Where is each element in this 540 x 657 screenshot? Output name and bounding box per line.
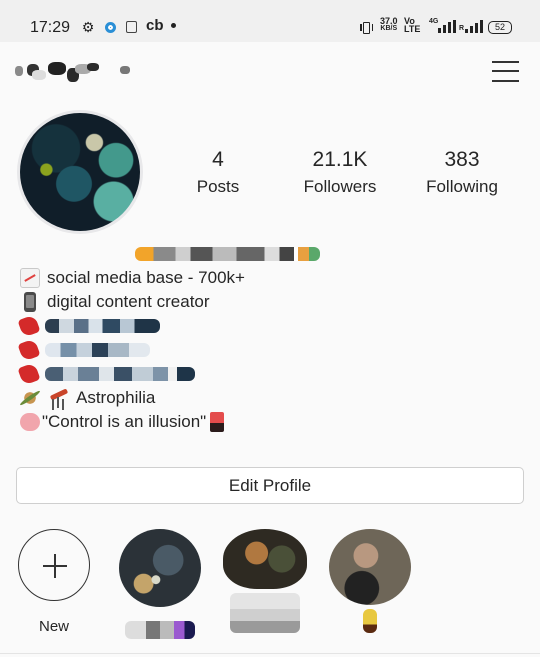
network-speed-unit: KB/S: [380, 25, 398, 32]
highlight-item[interactable]: [220, 527, 310, 633]
bio-line: digital content creator: [20, 290, 520, 314]
following-label: Following: [426, 177, 498, 196]
highlight-label-blurred: [125, 621, 195, 639]
following-count: 383: [444, 148, 480, 171]
stat-following[interactable]: 383 Following: [407, 147, 517, 201]
heart-icon: [17, 338, 41, 362]
followers-count: 21.1K: [312, 148, 368, 171]
username-blurred[interactable]: [15, 62, 130, 82]
bio-line-blurred: [17, 362, 520, 386]
battery-icon: 52: [488, 21, 512, 34]
bio-text-blurred: [45, 343, 150, 357]
playing-card-icon: [210, 412, 225, 432]
profile-header: [0, 42, 540, 100]
edit-profile-button[interactable]: Edit Profile: [16, 467, 524, 504]
roaming-flag: R: [459, 25, 465, 32]
story-highlights: New: [0, 527, 540, 639]
network-speed: 37.0 KB/S: [380, 16, 398, 33]
highlight-cover: [119, 529, 201, 607]
volte-icon: Vo LTE: [404, 17, 421, 34]
bio-name-line: [20, 242, 520, 266]
chart-increasing-icon: [20, 268, 40, 288]
bio-text: digital content creator: [47, 292, 210, 311]
signal-icon-sim2: [465, 20, 483, 33]
bio-text-blurred: [45, 367, 195, 381]
vibrate-icon: [360, 21, 373, 34]
more-notifications-dot: [171, 23, 176, 28]
new-highlight-circle: [18, 529, 90, 601]
highlight-label-blurred: [230, 593, 300, 633]
gear-icon: ⚙: [81, 19, 95, 35]
network-type: 4G: [429, 18, 439, 25]
display-name-blurred: [135, 247, 320, 261]
highlight-label-blurred: [363, 609, 377, 633]
bio-line: Astrophilia: [20, 386, 520, 410]
highlight-cover: [223, 529, 307, 589]
new-highlight-button[interactable]: New: [9, 527, 99, 637]
bio-text-blurred: [45, 319, 160, 333]
network-speed-value: 37.0: [380, 16, 398, 26]
bio-line-blurred: [17, 338, 520, 362]
plus-icon-vertical: [54, 554, 56, 578]
posts-count: 4: [212, 148, 224, 171]
highlight-label: New: [38, 618, 69, 635]
signal-icon-sim1: [438, 20, 456, 33]
posts-label: Posts: [196, 177, 240, 196]
mobile-phone-icon: [24, 292, 36, 312]
ringed-planet-icon: [20, 388, 40, 408]
highlight-cover: [329, 529, 411, 605]
bio-line: social media base - 700k+: [20, 266, 520, 290]
section-divider: [0, 653, 540, 654]
bio-line-blurred: [17, 314, 520, 338]
bio: social media base - 700k+ digital conten…: [17, 242, 520, 434]
bio-text: social media base - 700k+: [47, 268, 245, 287]
highlight-item[interactable]: [325, 527, 415, 633]
brain-icon: [20, 413, 40, 431]
carrier-tag: cb: [146, 16, 164, 34]
stat-posts[interactable]: 4 Posts: [163, 147, 273, 201]
highlight-item[interactable]: [115, 527, 205, 639]
telescope-icon: [47, 388, 69, 408]
followers-label: Followers: [303, 177, 377, 196]
hamburger-menu-icon[interactable]: [492, 58, 520, 82]
heart-icon: [17, 314, 41, 338]
bio-text: Astrophilia: [76, 388, 156, 407]
stat-followers[interactable]: 21.1K Followers: [285, 147, 395, 201]
heart-icon: [17, 362, 41, 386]
calculator-icon: [125, 20, 137, 34]
profile-avatar[interactable]: [20, 113, 140, 231]
bio-line: "Control is an illusion": [20, 410, 520, 434]
circle-app-icon: [104, 20, 116, 34]
volte-bottom: LTE: [404, 24, 421, 34]
status-bar: 17:29 ⚙ cb 37.0 KB/S Vo LTE 4G R 52: [0, 0, 540, 42]
status-time: 17:29: [30, 19, 71, 36]
bio-text: "Control is an illusion": [42, 412, 207, 431]
